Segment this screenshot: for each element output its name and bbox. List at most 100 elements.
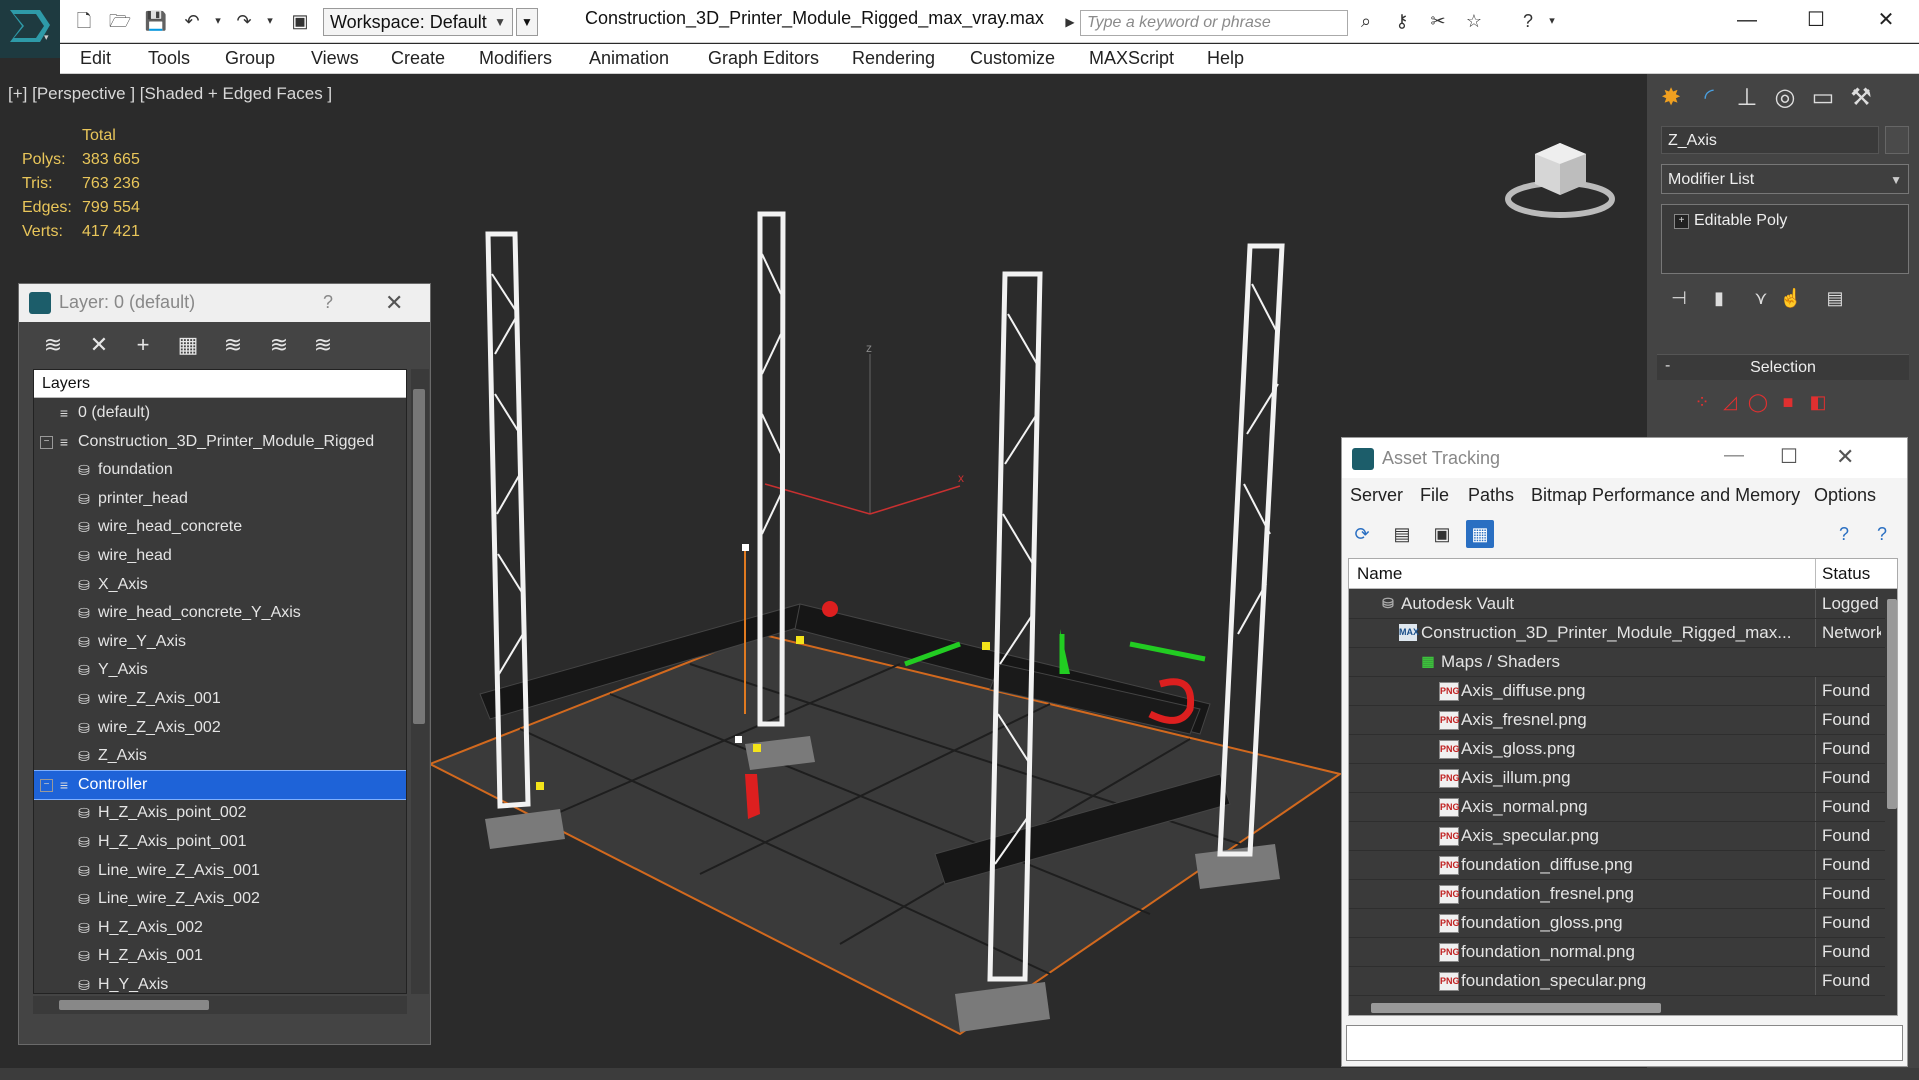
minimize-icon[interactable]: — <box>1724 444 1744 467</box>
show-end-result-icon[interactable]: ▮ <box>1705 286 1733 310</box>
menu-customize[interactable]: Customize <box>970 48 1055 69</box>
app-menu-button[interactable]: ▾ <box>0 0 60 58</box>
layer-scroll-thumb[interactable] <box>413 389 425 724</box>
layer-row[interactable]: ⛁ H_Z_Axis_point_001 <box>34 828 406 856</box>
viewcube-icon[interactable] <box>1500 129 1620 224</box>
menu-views[interactable]: Views <box>311 48 359 69</box>
asset-row[interactable]: ⛁ Autodesk Vault Logged <box>1349 590 1897 619</box>
collapse-toggle-icon[interactable]: − <box>40 778 53 792</box>
asset-menu-options[interactable]: Options <box>1814 485 1876 506</box>
asset-row[interactable]: PNG Axis_illum.png Found <box>1349 764 1897 793</box>
asset-menu-file[interactable]: File <box>1420 485 1449 506</box>
layer-row[interactable]: ⛁ wire_head_concrete_Y_Axis <box>34 599 406 627</box>
close-button[interactable]: ✕ <box>1861 4 1911 36</box>
asset-row[interactable]: MAX Construction_3D_Printer_Module_Rigged… <box>1349 619 1897 648</box>
layer-row[interactable]: ⛁ Z_Axis <box>34 742 406 770</box>
asset-menu-server[interactable]: Server <box>1350 485 1403 506</box>
help-icon[interactable]: ? <box>323 292 333 313</box>
help-icon[interactable]: ? <box>1516 10 1540 32</box>
undo-dropdown-icon[interactable]: ▾ <box>206 10 230 32</box>
vertex-mode-icon[interactable]: ⁘ <box>1689 390 1715 414</box>
name-column-header[interactable]: Name <box>1357 564 1402 584</box>
asset-menu-paths[interactable]: Paths <box>1468 485 1514 506</box>
layer-row[interactable]: ⛁ H_Z_Axis_001 <box>34 942 406 970</box>
favorites-star-icon[interactable]: ☆ <box>1462 10 1486 32</box>
asset-row[interactable]: ▦ Maps / Shaders <box>1349 648 1897 677</box>
menu-help[interactable]: Help <box>1207 48 1244 69</box>
layer-row[interactable]: ⛁ H_Z_Axis_point_002 <box>34 799 406 827</box>
menu-graph-editors[interactable]: Graph Editors <box>708 48 819 69</box>
layer-row[interactable]: ⛁ foundation <box>34 456 406 484</box>
asset-row[interactable]: PNG Axis_fresnel.png Found <box>1349 706 1897 735</box>
asset-row[interactable]: PNG Axis_gloss.png Found <box>1349 735 1897 764</box>
layer-dialog-titlebar[interactable]: Layer: 0 (default) ? ✕ <box>19 284 430 322</box>
asset-row[interactable]: PNG Axis_normal.png Found <box>1349 793 1897 822</box>
asset-scroll-thumb[interactable] <box>1887 599 1897 809</box>
modifier-list-dropdown[interactable]: Modifier List ▼ <box>1661 164 1909 194</box>
redo-dropdown-icon[interactable]: ▾ <box>258 10 282 32</box>
project-folder-icon[interactable]: ▣ <box>288 10 312 32</box>
layer-row[interactable]: ⛁ H_Y_Axis <box>34 971 406 993</box>
object-color-swatch[interactable] <box>1885 126 1909 154</box>
make-unique-icon[interactable]: ⋎ <box>1747 286 1775 310</box>
asset-row[interactable]: PNG foundation_fresnel.png Found <box>1349 880 1897 909</box>
menu-animation[interactable]: Animation <box>589 48 669 69</box>
polygon-mode-icon[interactable]: ■ <box>1775 390 1801 414</box>
menu-edit[interactable]: Edit <box>80 48 111 69</box>
open-file-icon[interactable]: 🗁 <box>108 10 132 32</box>
minimize-button[interactable]: — <box>1722 4 1772 36</box>
table-view-icon[interactable]: ▦ <box>1466 520 1494 548</box>
layer-row[interactable]: ≡ 0 (default) <box>34 399 406 427</box>
layer-row[interactable]: ⛁ X_Axis <box>34 571 406 599</box>
layer-row[interactable]: ⛁ wire_head <box>34 542 406 570</box>
object-name-field[interactable]: Z_Axis <box>1661 126 1879 154</box>
highlight-layer-icon[interactable]: ≋ <box>265 332 293 358</box>
layer-row[interactable]: − ≡ Controller <box>34 769 406 800</box>
layer-row[interactable]: ⛁ wire_Z_Axis_002 <box>34 714 406 742</box>
layer-row[interactable]: ⛁ wire_Y_Axis <box>34 628 406 656</box>
context-help-icon[interactable]: ? <box>1868 520 1896 548</box>
layer-row[interactable]: ⛁ wire_Z_Axis_001 <box>34 685 406 713</box>
redo-icon[interactable]: ↷ <box>232 10 256 32</box>
layers-column-header[interactable]: Layers <box>34 370 406 398</box>
save-file-icon[interactable]: 💾 <box>144 10 168 32</box>
asset-row[interactable]: PNG foundation_normal.png Found <box>1349 938 1897 967</box>
new-file-icon[interactable]: 🗋 <box>72 10 96 32</box>
layer-row[interactable]: ⛁ printer_head <box>34 485 406 513</box>
layer-row[interactable]: ⛁ Line_wire_Z_Axis_002 <box>34 885 406 913</box>
workspace-selector[interactable]: Workspace: Default ▼ <box>323 8 513 36</box>
menu-create[interactable]: Create <box>391 48 445 69</box>
collapse-toggle-icon[interactable]: − <box>40 435 53 449</box>
stack-item-editable-poly[interactable]: + Editable Poly <box>1668 209 1900 233</box>
status-column-header[interactable]: Status <box>1815 559 1885 589</box>
pin-stack-icon[interactable]: ⊣ <box>1665 286 1693 310</box>
layer-row[interactable]: ⛁ H_Z_Axis_002 <box>34 914 406 942</box>
expand-icon[interactable]: + <box>1674 214 1689 229</box>
menu-tools[interactable]: Tools <box>148 48 190 69</box>
remove-modifier-icon[interactable]: ☝ <box>1777 286 1805 310</box>
close-icon[interactable]: ✕ <box>385 290 403 316</box>
layer-row[interactable]: ⛁ wire_head_concrete <box>34 513 406 541</box>
hide-all-icon[interactable]: ≋ <box>309 332 337 358</box>
display-tab-icon[interactable]: ▭ <box>1805 82 1841 114</box>
menu-maxscript[interactable]: MAXScript <box>1089 48 1174 69</box>
asset-menu-bitmap-performance[interactable]: Bitmap Performance and Memory <box>1531 485 1800 506</box>
undo-icon[interactable]: ↶ <box>180 10 204 32</box>
layer-row[interactable]: ⛁ Line_wire_Z_Axis_001 <box>34 857 406 885</box>
add-to-layer-icon[interactable]: + <box>129 332 157 358</box>
edge-mode-icon[interactable]: ◿ <box>1717 390 1743 414</box>
select-objects-icon[interactable]: ▦ <box>174 332 202 358</box>
hierarchy-tab-icon[interactable]: ⊥ <box>1729 82 1765 114</box>
motion-tab-icon[interactable]: ◎ <box>1767 82 1803 114</box>
help-icon[interactable]: ? <box>1830 520 1858 548</box>
thumbnail-view-icon[interactable]: ▣ <box>1428 520 1456 548</box>
key-icon[interactable]: ⚷ <box>1390 10 1414 32</box>
help-dropdown-icon[interactable]: ▾ <box>1540 10 1564 32</box>
viewport-label[interactable]: [+] [Perspective ] [Shaded + Edged Faces… <box>8 84 332 104</box>
new-layer-icon[interactable]: ≋ <box>39 332 67 358</box>
configure-sets-icon[interactable]: ▤ <box>1821 286 1849 310</box>
menu-group[interactable]: Group <box>225 48 275 69</box>
binoculars-icon[interactable]: ⌕ <box>1354 10 1378 32</box>
menu-rendering[interactable]: Rendering <box>852 48 935 69</box>
layer-row[interactable]: − ≡ Construction_3D_Printer_Module_Rigged <box>34 428 406 456</box>
